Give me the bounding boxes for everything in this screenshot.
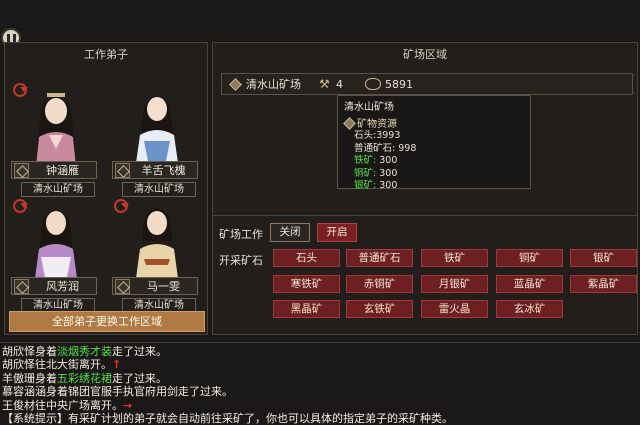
tooltip-title: 清水山矿场 xyxy=(344,102,394,113)
disciple-card[interactable]: 马一雯 清水山矿场 xyxy=(108,195,204,313)
log-line: 胡欣怿往北大街离开。↑ xyxy=(2,358,638,371)
mine-tooltip: 清水山矿场 矿物资源 石头:3993 普通矿石: 998 铁矿: 300 铜矿:… xyxy=(337,95,531,191)
resource-row: 铜矿: 300 xyxy=(344,168,524,181)
resource-row: 普通矿石: 998 xyxy=(344,143,524,156)
log-text: 胡欣怿身着 xyxy=(2,345,57,358)
ore-button[interactable]: 铁矿 xyxy=(421,249,488,267)
disciple-card[interactable]: 钟涵雁 清水山矿场 xyxy=(7,79,103,197)
resource-value: 998 xyxy=(398,142,417,154)
ore-button[interactable]: 寒铁矿 xyxy=(273,275,340,293)
log-text: 羊傲珊身着 xyxy=(2,371,57,385)
ore-button[interactable]: 玄冰矿 xyxy=(496,300,563,318)
scroll-icon xyxy=(14,278,29,294)
resources-label: 矿物资源 xyxy=(357,119,397,130)
diamond-icon xyxy=(344,118,353,127)
pickaxe-icon: ⚒ xyxy=(319,77,330,91)
right-arrow-icon: → xyxy=(123,398,133,412)
resource-value: 3993 xyxy=(376,130,401,141)
resource-label: 铜矿: xyxy=(354,167,377,179)
disciple-name: 钟涵雁 xyxy=(46,164,79,177)
ore-button[interactable]: 赤铜矿 xyxy=(346,275,413,293)
system-hint: 【系统提示】有采矿计划的弟子就会自动前往采矿了，你也可以具体的指定弟子的采矿种类… xyxy=(2,412,453,425)
resource-value: 300 xyxy=(379,155,398,166)
resource-row: 银矿: 300 xyxy=(344,180,524,193)
disciple-name-plate: 风芳润 xyxy=(11,277,97,295)
scroll-icon xyxy=(115,162,130,178)
disciples-panel: 工作弟子 钟涵雁 清水山矿场 羊舌飞槐 清水山矿场 风芳润 清水山矿场 马一雯 … xyxy=(4,42,208,335)
log-line: 王俊材往中央广场离开。→ xyxy=(2,399,638,412)
ore-button[interactable]: 铜矿 xyxy=(496,249,563,267)
disciple-name-plate: 马一雯 xyxy=(112,277,198,295)
resource-row: 铁矿: 300 xyxy=(344,155,524,168)
resource-label: 银矿: xyxy=(354,180,377,191)
change-all-work-area-button[interactable]: 全部弟子更换工作区域 xyxy=(9,311,205,332)
log-text: 走了过来。 xyxy=(112,345,167,358)
coins-value: 5891 xyxy=(385,77,413,91)
ore-button[interactable]: 石头 xyxy=(273,249,340,267)
ore-button[interactable]: 月银矿 xyxy=(421,275,488,293)
event-log: 胡欣怿身着淡烟秀才装走了过来。 胡欣怿往北大街离开。↑ 羊傲珊身着五彩绣花裙走了… xyxy=(0,342,640,425)
mine-bar[interactable]: 清水山矿场 ⚒ 4 5891 xyxy=(221,73,633,95)
ore-button[interactable]: 黑晶矿 xyxy=(273,300,340,318)
worker-count: 4 xyxy=(336,77,343,91)
disciple-name: 羊舌飞槐 xyxy=(141,164,186,177)
ore-button[interactable]: 普通矿石 xyxy=(346,249,413,267)
mining-ore-label: 开采矿石 xyxy=(219,254,263,267)
disciples-panel-title: 工作弟子 xyxy=(84,48,128,61)
ore-button[interactable]: 紫晶矿 xyxy=(570,275,637,293)
log-text: 胡欣怿往北大街离开。 xyxy=(2,358,112,372)
log-line: 慕容涵涵身着锦团官服手执官府用剑走了过来。 xyxy=(2,385,638,398)
scroll-icon xyxy=(115,278,130,294)
mine-work-on-button[interactable]: 开启 xyxy=(317,223,357,242)
log-text: 王俊材往中央广场离开。 xyxy=(2,398,123,412)
disciple-card[interactable]: 羊舌飞槐 清水山矿场 xyxy=(108,79,204,197)
ore-button[interactable]: 玄铁矿 xyxy=(346,300,413,318)
resource-label: 普通矿石: xyxy=(354,142,396,154)
resource-label: 铁矿: xyxy=(354,155,377,166)
resource-label: 石头: xyxy=(354,130,377,141)
disciple-name: 风芳润 xyxy=(46,280,79,293)
resource-value: 300 xyxy=(379,180,398,191)
log-line: 羊傲珊身着五彩绣花裙走了过来。 xyxy=(2,372,638,385)
mine-area-panel: 矿场区域 清水山矿场 ⚒ 4 5891 清水山矿场 矿物资源 石头:3993 普… xyxy=(212,42,638,335)
section-divider xyxy=(213,215,637,216)
mine-name: 清水山矿场 xyxy=(246,78,301,91)
log-line: 【系统提示】有采矿计划的弟子就会自动前往采矿了，你也可以具体的指定弟子的采矿种类… xyxy=(2,412,638,425)
disciple-name: 马一雯 xyxy=(147,280,180,293)
up-arrow-icon: ↑ xyxy=(112,358,122,372)
log-text: 慕容涵涵身着锦团官服手执官府用剑走了过来。 xyxy=(2,385,233,399)
diamond-icon xyxy=(230,79,240,89)
log-text: 走了过来。 xyxy=(112,371,167,385)
resource-row: 石头:3993 xyxy=(344,130,524,143)
log-line: 胡欣怿身着淡烟秀才装走了过来。 xyxy=(2,345,638,358)
disciple-name-plate: 羊舌飞槐 xyxy=(112,161,198,179)
disciple-card[interactable]: 风芳润 清水山矿场 xyxy=(7,195,103,313)
coin-icon xyxy=(365,78,381,90)
disciple-name-plate: 钟涵雁 xyxy=(11,161,97,179)
mine-work-label: 矿场工作 xyxy=(219,228,263,241)
ore-button[interactable]: 蓝晶矿 xyxy=(496,275,563,293)
log-item: 五彩绣花裙 xyxy=(57,371,112,385)
log-item: 淡烟秀才装 xyxy=(57,345,112,358)
tooltip-resources-header: 矿物资源 xyxy=(344,115,524,130)
scroll-icon xyxy=(14,162,29,178)
ore-button[interactable]: 雷火晶 xyxy=(421,300,488,318)
mine-area-panel-title: 矿场区域 xyxy=(403,48,447,61)
mine-work-off-button[interactable]: 关闭 xyxy=(270,223,310,242)
resource-value: 300 xyxy=(379,167,398,179)
ore-button[interactable]: 银矿 xyxy=(570,249,637,267)
